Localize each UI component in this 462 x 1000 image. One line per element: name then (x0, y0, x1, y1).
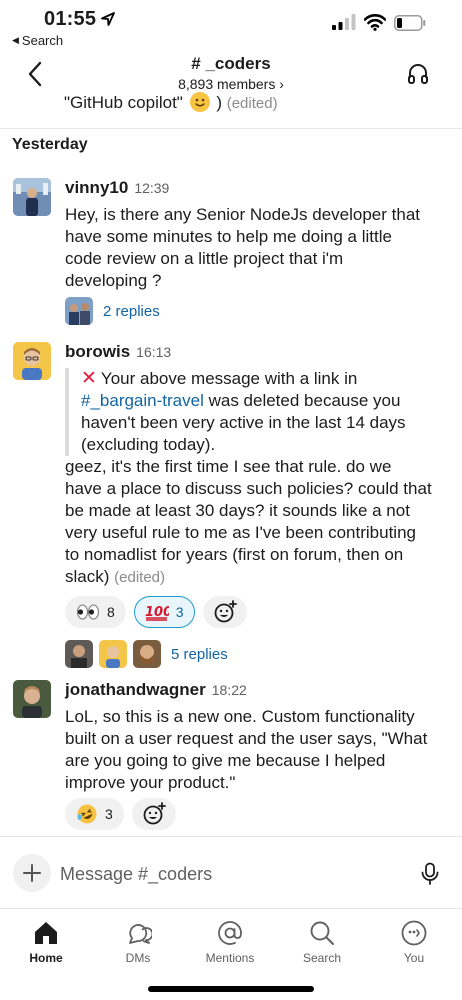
reply-avatar (99, 640, 127, 668)
battery-icon (394, 15, 426, 31)
edited-label: (edited) (114, 569, 165, 586)
avatar-borowis[interactable] (13, 342, 51, 380)
status-bar: 01:55 ◀ Search (0, 0, 462, 52)
wifi-icon (364, 14, 386, 31)
add-emoji-icon (214, 600, 237, 623)
replies-link[interactable]: 2 replies (103, 303, 160, 320)
reaction-count: 8 (107, 604, 115, 620)
edited-label: (edited) (226, 95, 278, 112)
plus-icon (23, 864, 41, 882)
member-count[interactable]: 8,893 members › (0, 76, 462, 92)
thread-replies[interactable]: 5 replies (65, 640, 228, 668)
replies-link[interactable]: 5 replies (171, 646, 228, 663)
channel-link[interactable]: #_bargain-travel (81, 391, 204, 410)
thread-replies[interactable]: 2 replies (65, 297, 160, 325)
cell-signal-icon (332, 14, 356, 30)
rofl-emoji-icon (77, 804, 97, 824)
tab-search[interactable]: Search (276, 919, 368, 965)
dms-icon (129, 924, 152, 944)
slightly-smiling-emoji-icon (189, 92, 210, 112)
tab-label: Mentions (205, 951, 255, 965)
reply-avatar (65, 297, 93, 325)
message-body: geez, it's the first time I see that rul… (65, 457, 432, 586)
red-x-icon: ✕ (81, 368, 97, 389)
message-author[interactable]: vinny10 12:39 (65, 178, 169, 198)
previous-message-tail: "GitHub copilot" ) (edited) (64, 92, 278, 112)
headphones-icon[interactable] (406, 62, 430, 86)
eyes-emoji-icon (77, 604, 99, 620)
message-composer (0, 852, 462, 898)
reaction-rofl[interactable]: 3 (65, 798, 124, 830)
attach-plus-button[interactable] (13, 854, 51, 892)
reaction-count: 3 (105, 806, 113, 822)
reply-avatar (65, 640, 93, 668)
back-triangle-icon: ◀ (12, 35, 19, 45)
you-icon (401, 920, 427, 946)
message-list[interactable]: "GitHub copilot" ) (edited) Yesterday vi… (0, 92, 462, 834)
message-timestamp: 18:22 (211, 682, 247, 698)
search-icon (310, 921, 334, 945)
reaction-eyes[interactable]: 8 (65, 596, 126, 628)
tab-you[interactable]: You (368, 919, 460, 965)
bot-quote-block: ✕ Your above message with a link in #_bar… (65, 368, 441, 456)
back-to-app-link[interactable]: ◀ Search (12, 33, 63, 48)
channel-title[interactable]: # _coders (0, 54, 462, 74)
hundred-points-emoji-icon: 100 (145, 605, 169, 621)
message-timestamp: 12:39 (134, 180, 170, 196)
message-timestamp: 16:13 (136, 344, 172, 360)
add-reaction-button[interactable] (131, 798, 176, 830)
add-emoji-icon (143, 802, 166, 825)
status-time: 01:55 (44, 8, 97, 30)
at-icon (218, 921, 242, 945)
tab-label: Home (29, 951, 63, 965)
home-indicator[interactable] (148, 986, 314, 992)
reaction-count: 3 (175, 604, 184, 620)
day-divider-label: Yesterday (12, 136, 88, 153)
location-arrow-icon (101, 12, 115, 26)
tab-mentions[interactable]: Mentions (184, 919, 276, 965)
message-author[interactable]: borowis 16:13 (65, 342, 171, 362)
day-divider-line (0, 128, 462, 129)
message-author[interactable]: jonathandwagner 18:22 (65, 680, 247, 700)
home-icon (35, 922, 57, 944)
message-body: LoL, so this is a new one. Custom functi… (65, 707, 428, 792)
reaction-bar: 8 100 3 (65, 596, 247, 628)
tab-dms[interactable]: DMs (92, 919, 184, 965)
previous-message-text: "GitHub copilot" (64, 93, 183, 112)
microphone-icon[interactable] (420, 862, 440, 886)
tab-label: You (403, 951, 425, 965)
reaction-100[interactable]: 100 3 (133, 596, 195, 628)
back-app-label: Search (21, 33, 64, 48)
reply-avatar (133, 640, 161, 668)
tab-label: DMs (125, 951, 151, 965)
avatar-vinny10[interactable] (13, 178, 51, 216)
tab-label: Search (302, 951, 342, 965)
reaction-bar: 3 (65, 798, 176, 830)
composer-divider (0, 836, 462, 844)
tab-home[interactable]: Home (0, 919, 92, 965)
message-input[interactable] (60, 860, 390, 888)
add-reaction-button[interactable] (202, 596, 247, 628)
avatar-jonathandwagner[interactable] (13, 680, 51, 718)
message-body: Hey, is there any Senior NodeJs develope… (65, 205, 420, 290)
